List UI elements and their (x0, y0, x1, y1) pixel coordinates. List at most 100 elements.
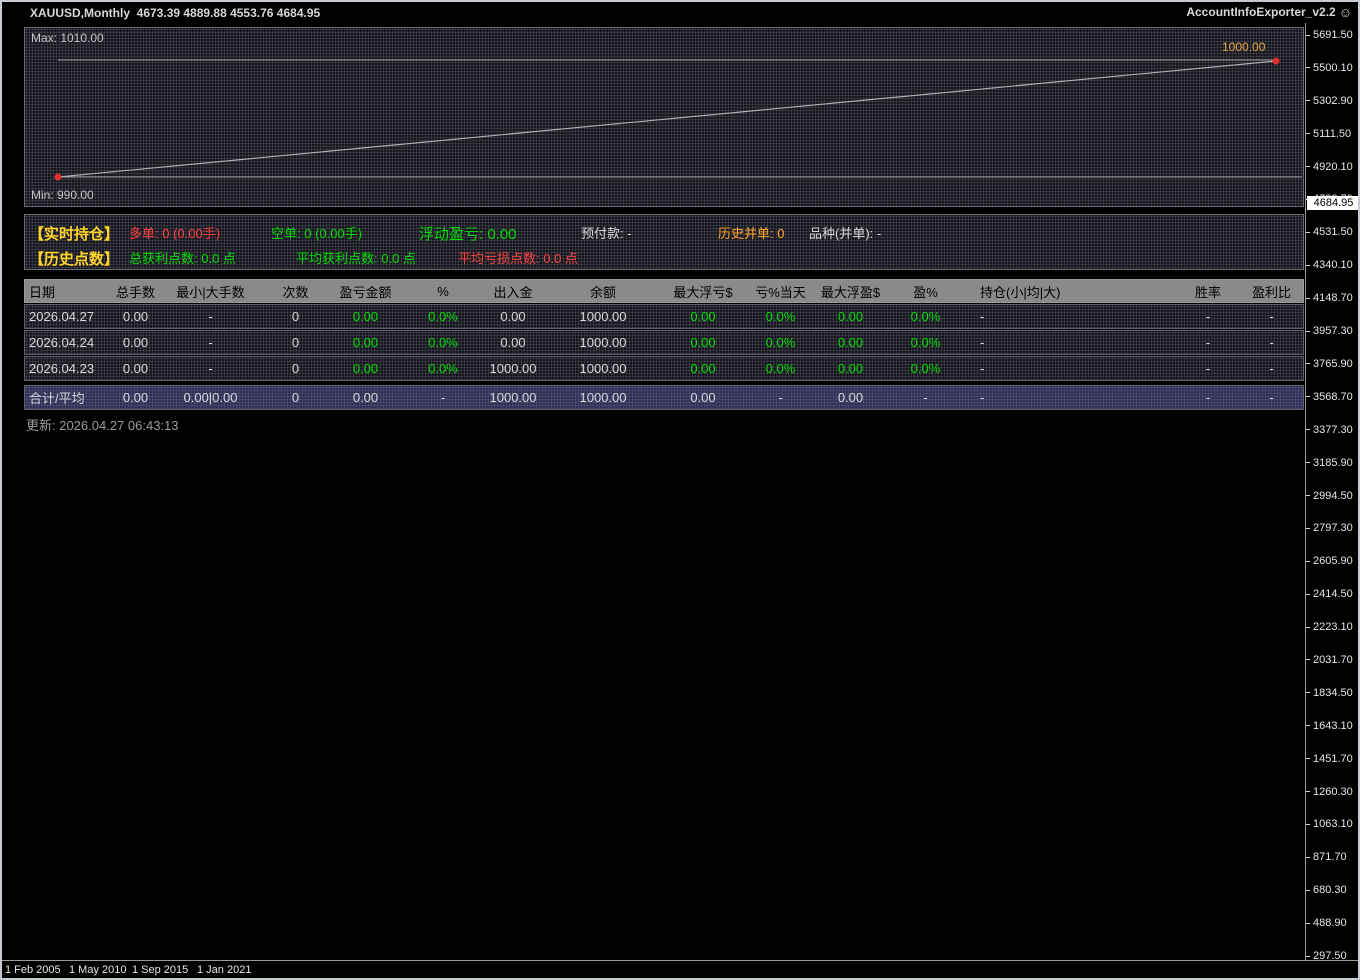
table-cell: 0.00 (818, 309, 883, 324)
table-header-cell: 胜率 (1178, 282, 1238, 301)
realtime-positions-title: 【实时持仓】 (29, 223, 119, 244)
price-tick-label: 2223.10 (1313, 621, 1353, 633)
price-tick-label: 1643.10 (1313, 720, 1353, 732)
table-cell: - (1238, 309, 1305, 324)
price-tick-label: 2031.70 (1313, 654, 1353, 666)
table-row: 2026.04.240.00-00.000.0%0.001000.000.000… (24, 330, 1304, 355)
table-cell: 0.00 (328, 390, 403, 405)
price-tick-mark (1306, 67, 1310, 68)
price-tick: 3185.90 (1306, 456, 1353, 469)
table-cell: 0.0% (403, 361, 483, 376)
price-tick-mark (1306, 232, 1310, 233)
table-cell: 0 (263, 390, 328, 405)
table-cell: 0.00|0.00 (158, 390, 263, 405)
price-tick: 1643.10 (1306, 719, 1353, 732)
price-tick: 3377.30 (1306, 423, 1353, 436)
price-tick: 4920.10 (1306, 160, 1353, 173)
price-tick-mark (1306, 495, 1310, 496)
price-tick-label: 5691.50 (1313, 29, 1353, 41)
balance-end-value-label: 1000.00 (1222, 40, 1265, 54)
price-tick-mark (1306, 824, 1310, 825)
table-cell: - (968, 309, 1178, 324)
price-tick: 1260.30 (1306, 785, 1353, 798)
table-cell: 1000.00 (483, 361, 543, 376)
price-tick: 2414.50 (1306, 588, 1353, 601)
table-header-cell: 最大浮亏$ (663, 282, 743, 301)
price-tick-label: 1834.50 (1313, 687, 1353, 699)
table-cell: - (1178, 361, 1238, 376)
table-header-cell: 亏%当天 (743, 282, 818, 301)
table-cell: - (968, 390, 1178, 405)
time-axis[interactable]: 1 Feb 20051 May 20101 Sep 20151 Jan 2021 (2, 961, 1360, 980)
time-tick-label: 1 May 2010 (69, 964, 126, 976)
table-cell: 0.0% (743, 335, 818, 350)
price-tick-label: 871.70 (1313, 851, 1347, 863)
table-cell: - (403, 390, 483, 405)
margin-value: 预付款: - (581, 223, 632, 242)
avg-loss-points-value: 平均亏损点数: 0.0 点 (458, 248, 578, 267)
table-cell: - (968, 335, 1178, 350)
balance-start-dot (55, 174, 62, 181)
price-tick-mark (1306, 429, 1310, 430)
price-tick-label: 680.30 (1313, 884, 1347, 896)
floating-pl-value: 浮动盈亏: 0.00 (419, 223, 517, 244)
table-cell: 0.00 (483, 309, 543, 324)
table-cell: - (1238, 335, 1305, 350)
price-tick-mark (1306, 528, 1310, 529)
table-cell: - (1178, 390, 1238, 405)
avg-profit-points-value: 平均获利点数: 0.0 点 (296, 248, 416, 267)
price-tick-mark (1306, 594, 1310, 595)
table-cell: - (158, 361, 263, 376)
table-cell: - (1238, 390, 1305, 405)
table-header-cell: 次数 (263, 282, 328, 301)
symbol-ohlc-label: XAUUSD,Monthly 4673.39 4889.88 4553.76 4… (30, 6, 320, 20)
price-tick-mark (1306, 659, 1310, 660)
price-tick-mark (1306, 265, 1310, 266)
price-tick-label: 4531.50 (1313, 226, 1353, 238)
price-tick-mark (1306, 692, 1310, 693)
table-header-cell: 盈亏金额 (328, 282, 403, 301)
price-tick-mark (1306, 890, 1310, 891)
mt4-chart-window: XAUUSD,Monthly 4673.39 4889.88 4553.76 4… (0, 0, 1360, 980)
table-cell: 0.00 (113, 361, 158, 376)
table-cell: 0.00 (663, 309, 743, 324)
table-header-cell: % (403, 284, 483, 299)
table-cell: 0.00 (818, 361, 883, 376)
table-cell: 0.0% (883, 335, 968, 350)
table-header-cell: 最小|大手数 (158, 282, 263, 301)
balance-chart-panel[interactable]: Max: 1010.00 Min: 990.00 1000.00 (24, 27, 1304, 207)
balance-line-chart (25, 28, 1303, 206)
table-cell: 1000.00 (543, 390, 663, 405)
price-tick-mark (1306, 857, 1310, 858)
price-tick-mark (1306, 331, 1310, 332)
price-tick-label: 5500.10 (1313, 62, 1353, 74)
price-tick-label: 4148.70 (1313, 292, 1353, 304)
time-tick-label: 1 Jan 2021 (197, 964, 251, 976)
current-price-box: 4684.95 (1307, 196, 1360, 210)
chart-max-label: Max: 1010.00 (31, 31, 104, 45)
table-total-row: 合计/平均0.000.00|0.0000.00-1000.001000.000.… (24, 385, 1304, 410)
table-row: 2026.04.270.00-00.000.0%0.001000.000.000… (24, 304, 1304, 329)
table-cell: 0.00 (328, 335, 403, 350)
table-cell: 0.0% (883, 361, 968, 376)
price-tick: 488.90 (1306, 917, 1347, 930)
price-tick-label: 4920.10 (1313, 161, 1353, 173)
table-cell: 0.00 (663, 335, 743, 350)
price-tick-label: 3185.90 (1313, 457, 1353, 469)
chart-title-bar: XAUUSD,Monthly 4673.39 4889.88 4553.76 4… (2, 2, 1358, 24)
price-tick-label: 1063.10 (1313, 818, 1353, 830)
price-tick-mark (1306, 627, 1310, 628)
table-cell: 0.00 (328, 361, 403, 376)
price-tick: 5500.10 (1306, 61, 1353, 74)
price-tick: 871.70 (1306, 851, 1347, 864)
price-tick-label: 2414.50 (1313, 588, 1353, 600)
table-cell: 0.0% (743, 309, 818, 324)
stats-table-header: 日期总手数最小|大手数次数盈亏金额%出入金余额最大浮亏$亏%当天最大浮盈$盈%持… (24, 279, 1304, 303)
table-header-cell: 盈% (883, 282, 968, 301)
price-tick-mark (1306, 923, 1310, 924)
merged-symbols-value: 品种(并单): - (809, 223, 881, 242)
price-tick: 3765.90 (1306, 357, 1353, 370)
price-axis[interactable]: 5691.505500.105302.905111.504920.104728.… (1306, 2, 1360, 960)
price-tick-mark (1306, 956, 1310, 957)
table-cell: 0.00 (113, 335, 158, 350)
